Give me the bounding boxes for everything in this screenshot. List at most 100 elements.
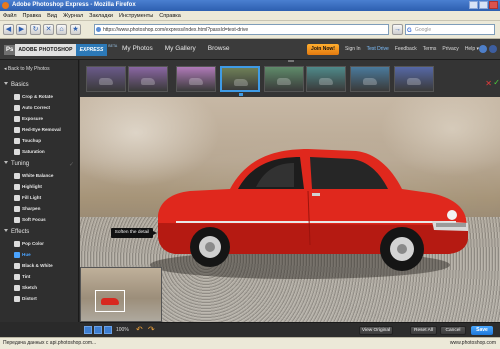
menu-help[interactable]: Справка	[159, 11, 181, 20]
navigator-preview[interactable]	[80, 267, 162, 322]
save-button[interactable]: Save	[471, 326, 493, 335]
hue-variations-filmstrip: ✕ ✓	[80, 60, 500, 97]
home-icon[interactable]: ⌂	[56, 24, 67, 35]
menu-tools[interactable]: Инструменты	[119, 11, 153, 20]
nav-my-photos[interactable]: My Photos	[122, 45, 153, 52]
nav-browse[interactable]: Browse	[208, 45, 230, 52]
stop-icon[interactable]: ✕	[43, 24, 54, 35]
reload-icon[interactable]: ↻	[30, 24, 41, 35]
terms-link[interactable]: Terms	[423, 46, 437, 52]
hue-thumbnail[interactable]	[176, 66, 216, 92]
tool-fill-light[interactable]: Fill Light	[14, 195, 41, 201]
tool-highlight[interactable]: Highlight	[14, 184, 42, 190]
undo-icon[interactable]: ↶	[136, 325, 143, 334]
fit-to-screen-icon[interactable]	[84, 326, 92, 334]
red-eye-icon	[14, 127, 20, 133]
accept-check-icon[interactable]: ✓	[493, 78, 500, 87]
filmstrip-handle[interactable]	[288, 60, 294, 62]
section-tuning[interactable]: Tuning ✓	[4, 161, 74, 168]
zoom-out-icon[interactable]	[94, 326, 102, 334]
back-to-my-photos-link[interactable]: ◂ Back to My Photos	[4, 66, 50, 72]
photo-canvas[interactable]: Soften the detail	[80, 97, 500, 322]
tool-sketch[interactable]: Sketch	[14, 285, 37, 291]
soft-focus-icon	[14, 217, 20, 223]
tool-saturation[interactable]: Saturation	[14, 149, 45, 155]
sign-in-link[interactable]: Sign In	[345, 46, 361, 52]
hue-thumbnail[interactable]	[394, 66, 434, 92]
google-icon: G	[407, 28, 412, 34]
firefox-icon	[2, 2, 9, 9]
menu-view[interactable]: Вид	[47, 11, 57, 20]
reset-all-button[interactable]: Reset All	[410, 326, 437, 335]
feedback-link[interactable]: Feedback	[395, 46, 417, 52]
tool-tint[interactable]: Tint	[14, 274, 30, 280]
zoom-level: 100%	[116, 327, 129, 333]
navigator-viewport-box[interactable]	[95, 290, 125, 312]
address-bar[interactable]: https://www.photoshop.com/express/index.…	[94, 24, 389, 35]
app-header: Ps ADOBE PHOTOSHOP EXPRESS BETA My Photo…	[0, 39, 500, 60]
help-link[interactable]: Help ▾	[465, 46, 479, 52]
menu-file[interactable]: Файл	[3, 11, 17, 20]
logo-beta: BETA	[108, 43, 118, 48]
hue-thumbnail[interactable]	[86, 66, 126, 92]
search-placeholder: Google	[415, 27, 432, 33]
social-icons	[479, 45, 497, 53]
search-box[interactable]: G Google	[405, 24, 495, 35]
tool-pop-color[interactable]: Pop Color	[14, 241, 44, 247]
menu-edit[interactable]: Правка	[23, 11, 42, 20]
hue-thumbnail[interactable]	[350, 66, 390, 92]
tool-sharpen[interactable]: Sharpen	[14, 206, 40, 212]
tool-distort[interactable]: Distort	[14, 296, 37, 302]
view-original-button[interactable]: View Original	[359, 326, 393, 335]
maximize-button[interactable]	[479, 1, 488, 9]
menu-history[interactable]: Журнал	[63, 11, 83, 20]
tool-soft-focus[interactable]: Soft Focus	[14, 217, 46, 223]
back-arrow-icon[interactable]: ◀	[3, 24, 14, 35]
bookmark-icon[interactable]: ★	[70, 24, 81, 35]
tool-crop-rotate[interactable]: Crop & Rotate	[14, 94, 53, 100]
tool-exposure[interactable]: Exposure	[14, 116, 43, 122]
redo-icon[interactable]: ↷	[148, 325, 155, 334]
highlight-icon	[14, 184, 20, 190]
hue-thumbnail-selected[interactable]	[220, 66, 260, 92]
menu-bookmarks[interactable]: Закладки	[89, 11, 113, 20]
tool-auto-correct[interactable]: Auto Correct	[14, 105, 50, 111]
collapse-triangle-icon	[4, 229, 8, 232]
photoshop-express-logo[interactable]: Ps ADOBE PHOTOSHOP EXPRESS BETA	[4, 43, 117, 56]
tool-black-white[interactable]: Black & White	[14, 263, 53, 269]
editor-bottom-toolbar: 100% ↶ ↷ View Original Reset All Cancel …	[80, 322, 500, 337]
hue-thumbnail[interactable]	[306, 66, 346, 92]
checkmark-icon: ✓	[69, 162, 75, 168]
soft-focus-tooltip: Soften the detail	[111, 228, 157, 238]
forward-arrow-icon[interactable]: ▶	[16, 24, 27, 35]
tool-white-balance[interactable]: White Balance	[14, 173, 53, 179]
account-nav: Sign In Test Drive Feedback Terms Privac…	[345, 46, 479, 52]
hue-thumbnail[interactable]	[128, 66, 168, 92]
tool-hue[interactable]: Hue	[14, 252, 31, 258]
hue-thumbnail[interactable]	[264, 66, 304, 92]
zoom-in-icon[interactable]	[104, 326, 112, 334]
share-icon[interactable]	[479, 45, 487, 53]
tool-red-eye-removal[interactable]: Red-Eye Removal	[14, 127, 61, 133]
tool-touchup[interactable]: Touchup	[14, 138, 41, 144]
section-effects[interactable]: Effects	[4, 229, 29, 235]
logo-express: EXPRESS	[75, 43, 108, 56]
join-now-button[interactable]: Join Now!	[307, 44, 339, 55]
collapse-triangle-icon	[4, 82, 8, 85]
black-white-icon	[14, 263, 20, 269]
go-icon[interactable]: →	[392, 24, 403, 35]
cancel-button[interactable]: Cancel	[440, 326, 466, 335]
site-identity-icon[interactable]	[96, 27, 101, 32]
cancel-x-icon[interactable]: ✕	[485, 79, 492, 88]
hue-icon	[14, 252, 20, 258]
pop-color-icon	[14, 241, 20, 247]
test-drive-link[interactable]: Test Drive	[367, 46, 389, 52]
minimize-button[interactable]	[469, 1, 478, 9]
tint-icon	[14, 274, 20, 280]
privacy-link[interactable]: Privacy	[442, 46, 458, 52]
nav-my-gallery[interactable]: My Gallery	[165, 45, 196, 52]
close-button[interactable]	[489, 1, 498, 9]
section-basics[interactable]: Basics	[4, 82, 29, 88]
facebook-icon[interactable]	[489, 45, 497, 53]
sharpen-icon	[14, 206, 20, 212]
